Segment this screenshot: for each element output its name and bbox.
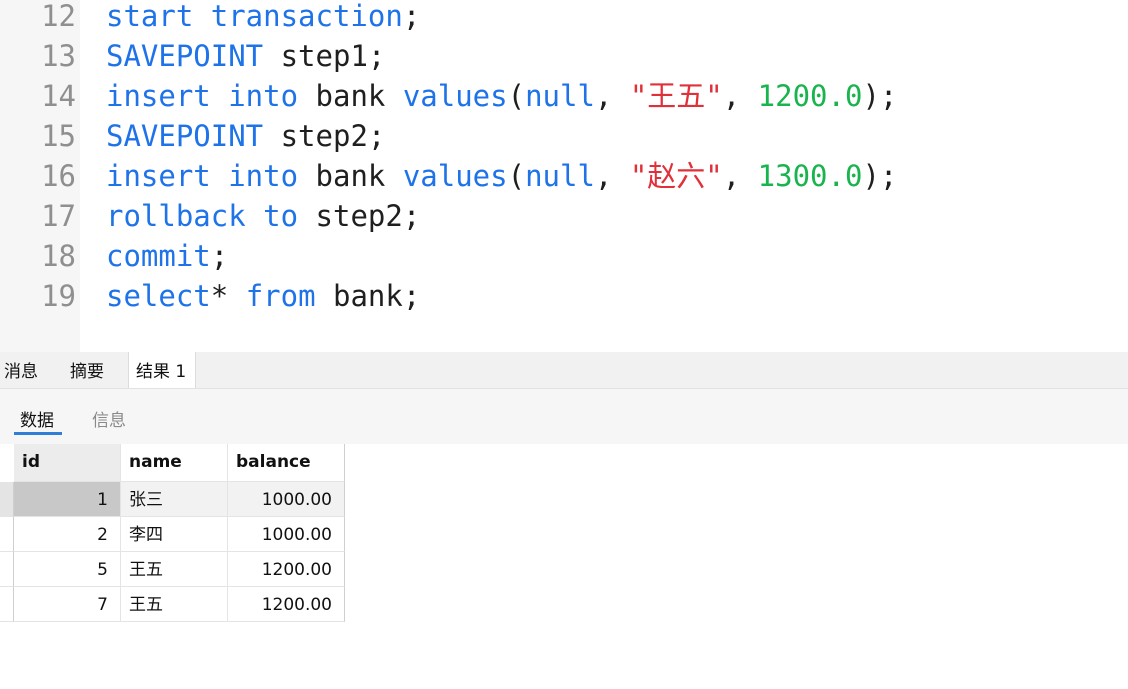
- code-token: ;: [402, 0, 421, 33]
- code-token: values: [402, 159, 508, 193]
- code-token: bank: [298, 159, 403, 193]
- code-text[interactable]: insert into bank values(null, "王五", 1200…: [106, 80, 897, 112]
- line-number: 12: [41, 0, 76, 33]
- table-row[interactable]: 5 王五 1200.00: [0, 552, 346, 587]
- code-token: 1300.0: [757, 159, 863, 193]
- active-subtab-indicator: [14, 432, 62, 435]
- cell-id[interactable]: 2: [14, 517, 121, 552]
- code-token: from: [245, 279, 316, 313]
- subtab-data[interactable]: 数据: [20, 406, 54, 431]
- sql-editor[interactable]: 12 start transaction; 13 SAVEPOINT step1; 14…: [0, 0, 1128, 352]
- cell-balance[interactable]: 1200.00: [228, 587, 345, 622]
- table-row[interactable]: 2 李四 1000.00: [0, 517, 346, 552]
- code-token: SAVEPOINT: [106, 39, 264, 73]
- result-sub-tabs: 数据 信息: [0, 389, 1128, 444]
- cell-id[interactable]: 7: [14, 587, 121, 622]
- code-token: (: [507, 79, 526, 113]
- tab-messages[interactable]: 消息: [4, 352, 58, 388]
- code-token: null: [525, 79, 595, 113]
- column-header-id[interactable]: id: [14, 444, 121, 482]
- cell-balance[interactable]: 1200.00: [228, 552, 345, 587]
- code-token: insert into: [106, 159, 299, 193]
- line-number: 17: [41, 199, 76, 233]
- code-token: 1200.0: [757, 79, 863, 113]
- code-text[interactable]: SAVEPOINT step1;: [106, 40, 385, 72]
- code-token: ;: [210, 239, 229, 273]
- column-header-name[interactable]: name: [121, 444, 228, 482]
- code-token: bank: [298, 79, 403, 113]
- code-text[interactable]: insert into bank values(null, "赵六", 1300…: [106, 160, 897, 192]
- code-token: );: [862, 159, 898, 193]
- result-tab-bar: 消息 摘要 结果 1: [0, 352, 1128, 389]
- column-header-balance[interactable]: balance: [228, 444, 345, 482]
- code-token: "赵六": [629, 159, 723, 193]
- row-selector[interactable]: [0, 482, 14, 517]
- tab-summary[interactable]: 摘要: [70, 352, 122, 388]
- cell-balance[interactable]: 1000.00: [228, 517, 345, 552]
- line-number: 15: [41, 119, 76, 153]
- code-token: rollback to: [106, 199, 299, 233]
- code-token: *: [210, 279, 246, 313]
- code-token: ,: [594, 159, 630, 193]
- code-token: ,: [722, 79, 758, 113]
- cell-name[interactable]: 张三: [121, 482, 228, 517]
- code-token: "王五": [629, 79, 723, 113]
- code-token: (: [507, 159, 526, 193]
- table-row[interactable]: 1 张三 1000.00: [0, 482, 346, 517]
- tab-result-1[interactable]: 结果 1: [128, 352, 196, 388]
- code-token: step1;: [263, 39, 386, 73]
- code-token: step2;: [298, 199, 421, 233]
- code-token: insert into: [106, 79, 299, 113]
- line-number: 14: [41, 79, 76, 113]
- code-token: values: [402, 79, 508, 113]
- code-token: SAVEPOINT: [106, 119, 264, 153]
- subtab-info[interactable]: 信息: [92, 406, 126, 431]
- code-token: step2;: [263, 119, 386, 153]
- code-text[interactable]: SAVEPOINT step2;: [106, 120, 385, 152]
- line-number: 18: [41, 239, 76, 273]
- code-token: commit: [106, 239, 211, 273]
- line-number: 19: [41, 279, 76, 313]
- cell-name[interactable]: 王五: [121, 552, 228, 587]
- table-row[interactable]: 7 王五 1200.00: [0, 587, 346, 622]
- code-text[interactable]: commit;: [106, 240, 228, 272]
- code-token: );: [862, 79, 898, 113]
- line-number: 16: [41, 159, 76, 193]
- code-token: select: [106, 279, 211, 313]
- code-token: start transaction: [106, 0, 403, 33]
- code-text[interactable]: rollback to step2;: [106, 200, 420, 232]
- row-selector[interactable]: [0, 587, 14, 622]
- code-text[interactable]: start transaction;: [106, 0, 420, 32]
- code-text[interactable]: select* from bank;: [106, 280, 420, 312]
- line-number: 13: [41, 39, 76, 73]
- code-token: ,: [722, 159, 758, 193]
- cell-name[interactable]: 李四: [121, 517, 228, 552]
- code-token: null: [525, 159, 595, 193]
- cell-id[interactable]: 1: [14, 482, 121, 517]
- grid-header-row: id name balance: [0, 444, 346, 482]
- row-selector[interactable]: [0, 517, 14, 552]
- cell-id[interactable]: 5: [14, 552, 121, 587]
- cell-balance[interactable]: 1000.00: [228, 482, 345, 517]
- code-token: ,: [594, 79, 630, 113]
- cell-name[interactable]: 王五: [121, 587, 228, 622]
- code-token: bank;: [315, 279, 421, 313]
- row-selector[interactable]: [0, 552, 14, 587]
